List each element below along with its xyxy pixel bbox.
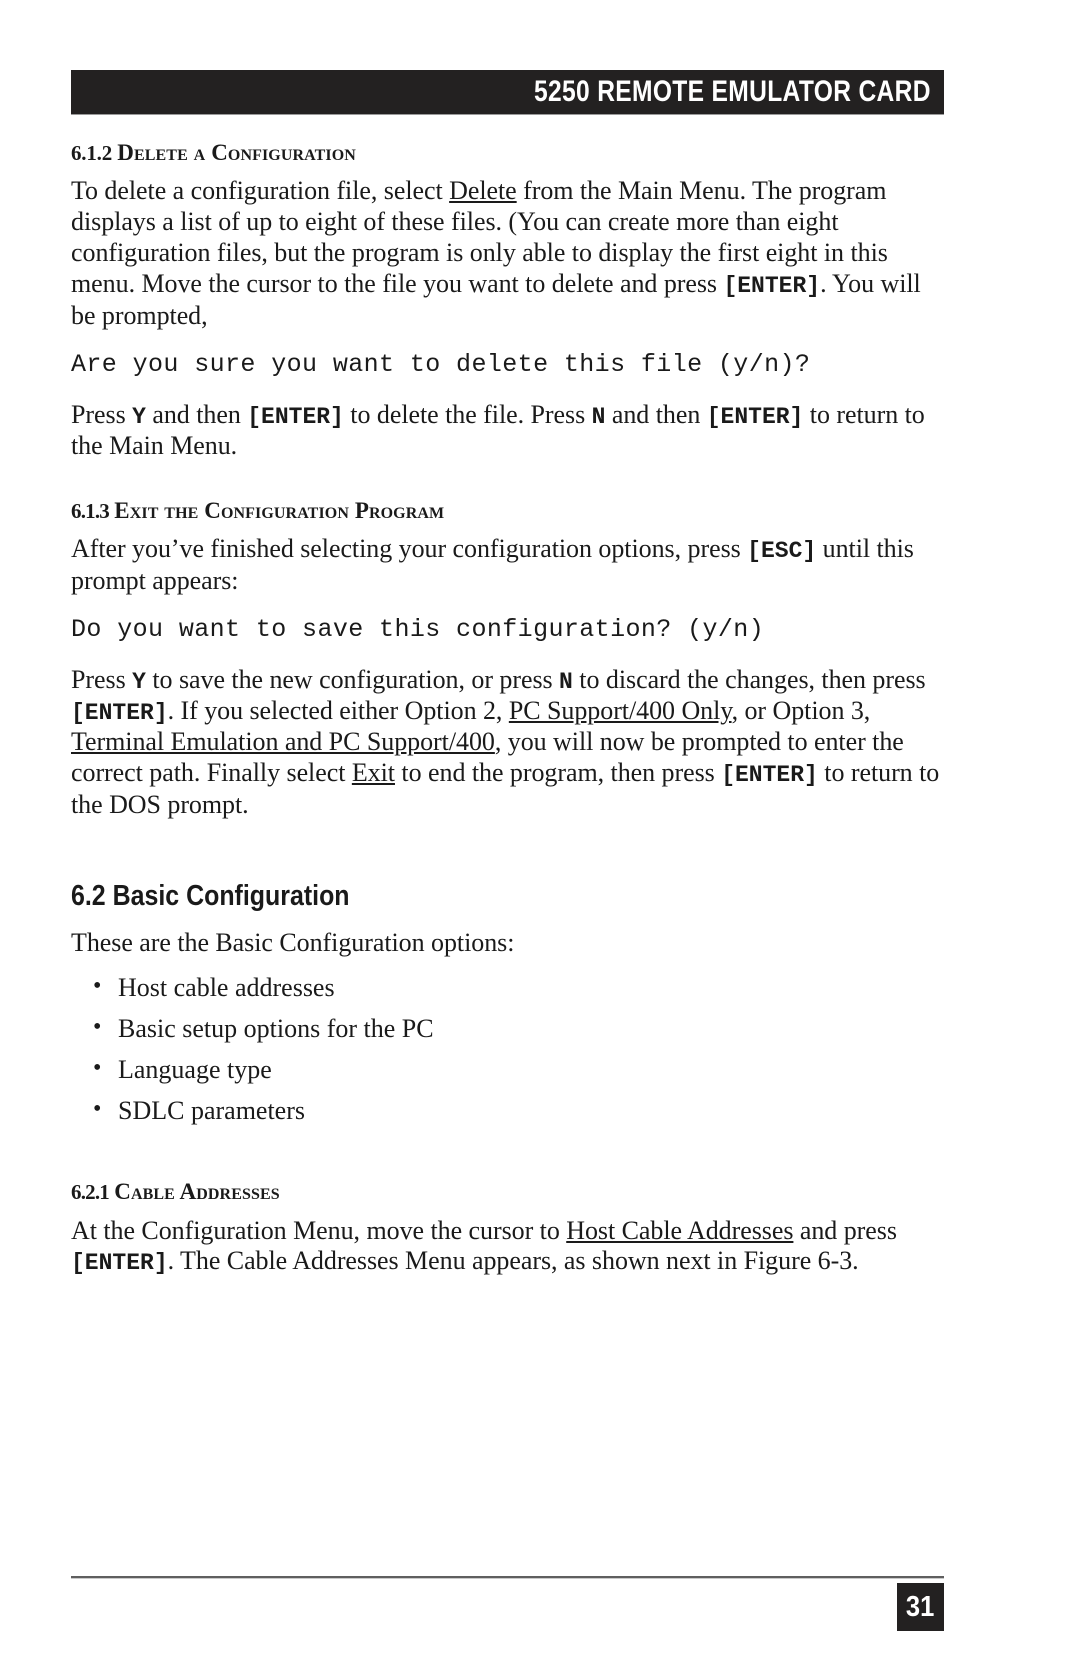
list-item: Host cable addresses <box>71 972 944 1004</box>
text-run: Press <box>71 664 133 694</box>
key-y: Y <box>132 403 146 430</box>
heading-6-1-3-number: 6.1.3 <box>71 498 110 523</box>
text-run: to end the program, then press <box>394 758 722 788</box>
link-terminal-emulation-and-pc-support-400[interactable]: Terminal Emulation and PC Support/400 <box>71 727 495 756</box>
heading-6-1-2-number: 6.1.2 <box>71 141 113 165</box>
text-run: and then <box>605 399 707 429</box>
running-header-title: 5250 REMOTE EMULATOR CARD <box>534 75 931 108</box>
key-enter: [ENTER] <box>71 1250 168 1277</box>
key-enter: [ENTER] <box>721 762 818 789</box>
text-run: . If you selected either Option 2, <box>167 695 509 725</box>
text-run: to discard the changes, then press <box>572 664 926 694</box>
list-item: Language type <box>71 1054 944 1086</box>
heading-6-2-1: 6.2.1 Cable Addresses <box>71 1179 944 1205</box>
heading-6-1-2-title: Delete a Configuration <box>117 140 356 165</box>
link-pc-support-400-only[interactable]: PC Support/400 Only <box>509 696 732 725</box>
heading-6-1-3-title: Exit the Configuration Program <box>114 497 445 523</box>
key-enter: [ENTER] <box>723 273 821 300</box>
text-run: and press <box>793 1215 897 1245</box>
key-enter: [ENTER] <box>71 699 168 726</box>
paragraph-delete-confirm-keys: Press Y and then [ENTER] to delete the f… <box>71 400 944 462</box>
page-content: 6.1.2 Delete a Configuration To delete a… <box>71 140 944 1296</box>
text-run: Press <box>71 399 133 429</box>
footer-divider <box>71 1576 944 1578</box>
key-enter: [ENTER] <box>247 403 344 430</box>
text-run: to save the new configuration, or press <box>145 664 560 694</box>
text-run: , or Option 3, <box>731 695 871 725</box>
running-header-bar: 5250 REMOTE EMULATOR CARD <box>71 70 944 114</box>
paragraph-save-config-keys: Press Y to save the new configuration, o… <box>71 665 944 821</box>
text-run: and then <box>145 399 248 429</box>
screen-prompt-delete-confirm: Are you sure you want to delete this fil… <box>71 349 811 379</box>
text-run: to delete the file. Press <box>343 399 592 429</box>
paragraph-basic-config-intro: These are the Basic Configuration option… <box>71 928 515 958</box>
key-esc: [ESC] <box>747 538 817 565</box>
link-delete[interactable]: Delete <box>449 176 517 205</box>
heading-6-2-1-number: 6.2.1 <box>71 1180 110 1205</box>
key-enter: [ENTER] <box>706 403 804 430</box>
screen-prompt-save-config: Do you want to save this configuration? … <box>71 614 765 644</box>
basic-config-options-list: Host cable addresses Basic setup options… <box>71 972 944 1127</box>
list-item: Basic setup options for the PC <box>71 1013 944 1045</box>
link-exit[interactable]: Exit <box>352 758 395 787</box>
paragraph-exit-config: After you’ve finished selecting your con… <box>71 534 944 596</box>
heading-6-2: 6.2 Basic Configuration <box>71 879 350 912</box>
page-number-box: 31 <box>897 1583 944 1631</box>
link-host-cable-addresses[interactable]: Host Cable Addresses <box>566 1216 793 1245</box>
text-run: . The Cable Addresses Menu appears, as s… <box>167 1246 859 1276</box>
page-number: 31 <box>906 1590 935 1623</box>
paragraph-delete-config: To delete a configuration file, select D… <box>71 176 944 331</box>
text-run: To delete a configuration file, select <box>71 176 450 206</box>
key-n: N <box>559 668 573 695</box>
list-item: SDLC parameters <box>71 1095 944 1127</box>
paragraph-cable-addresses: At the Configuration Menu, move the curs… <box>71 1216 944 1278</box>
text-run: At the Configuration Menu, move the curs… <box>71 1215 567 1245</box>
heading-6-1-3: 6.1.3 Exit the Configuration Program <box>71 498 944 524</box>
key-n: N <box>591 403 606 430</box>
text-run: After you’ve finished selecting your con… <box>71 534 748 564</box>
heading-6-2-1-title: Cable Addresses <box>114 1179 280 1205</box>
document-page: 5250 REMOTE EMULATOR CARD 6.1.2 Delete a… <box>0 0 1080 1669</box>
heading-6-1-2: 6.1.2 Delete a Configuration <box>71 140 944 166</box>
key-y: Y <box>132 668 146 695</box>
